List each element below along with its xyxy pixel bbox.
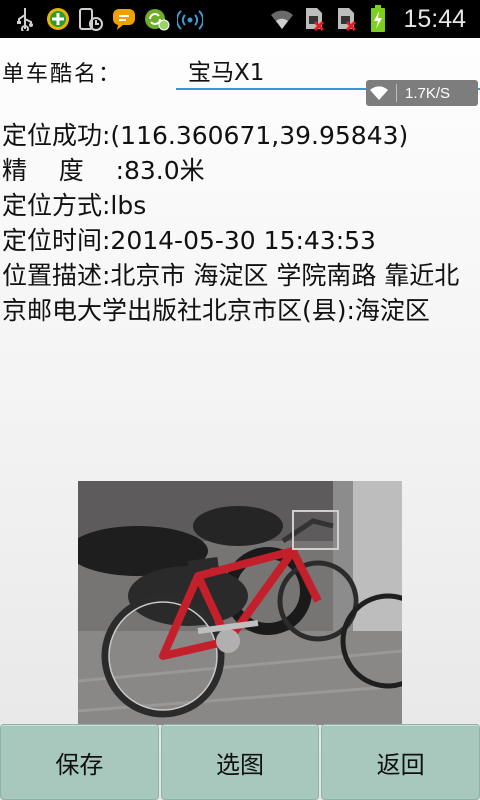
- phone-battery-icon: [78, 6, 104, 32]
- bottom-button-bar: 保存 选图 返回: [0, 724, 480, 800]
- back-button[interactable]: 返回: [321, 724, 480, 800]
- wifi-broadcast-icon: [177, 6, 203, 32]
- pick-image-button[interactable]: 选图: [160, 724, 320, 800]
- network-speed-text: 1.7K/S: [405, 84, 451, 102]
- sim1-no-signal-icon: [301, 6, 327, 32]
- location-description-text: 位置描述:北京市 海淀区 学院南路 靠近北京邮电大学出版社北京市区(县):海淀区: [2, 261, 460, 325]
- clock-time: 15:44: [403, 4, 466, 33]
- location-time-text: 定位时间:2014-05-30 15:43:53: [2, 226, 376, 255]
- bike-name-label: 单车酷名：: [2, 62, 123, 87]
- accuracy-text: 精 度 :83.0米: [2, 156, 205, 185]
- location-method-text: 定位方式:lbs: [2, 191, 147, 220]
- location-info: 定位成功:(116.360671,39.95843) 精 度 :83.0米 定位…: [2, 118, 478, 328]
- bike-photo: [78, 481, 402, 725]
- badge-divider: [396, 84, 397, 102]
- chat-icon: [111, 6, 137, 32]
- app-plus-icon: [45, 6, 71, 32]
- wifi-icon: [366, 85, 392, 101]
- network-speed-badge: 1.7K/S: [366, 80, 478, 106]
- wifi-icon: [269, 6, 295, 32]
- sim2-no-signal-icon: [333, 6, 359, 32]
- usb-icon: [12, 6, 38, 32]
- save-button[interactable]: 保存: [0, 724, 159, 800]
- battery-charging-icon: [365, 5, 391, 32]
- location-success-text: 定位成功:(116.360671,39.95843): [2, 121, 409, 150]
- status-bar: 15:44: [0, 0, 480, 38]
- sync-icon: [144, 6, 170, 32]
